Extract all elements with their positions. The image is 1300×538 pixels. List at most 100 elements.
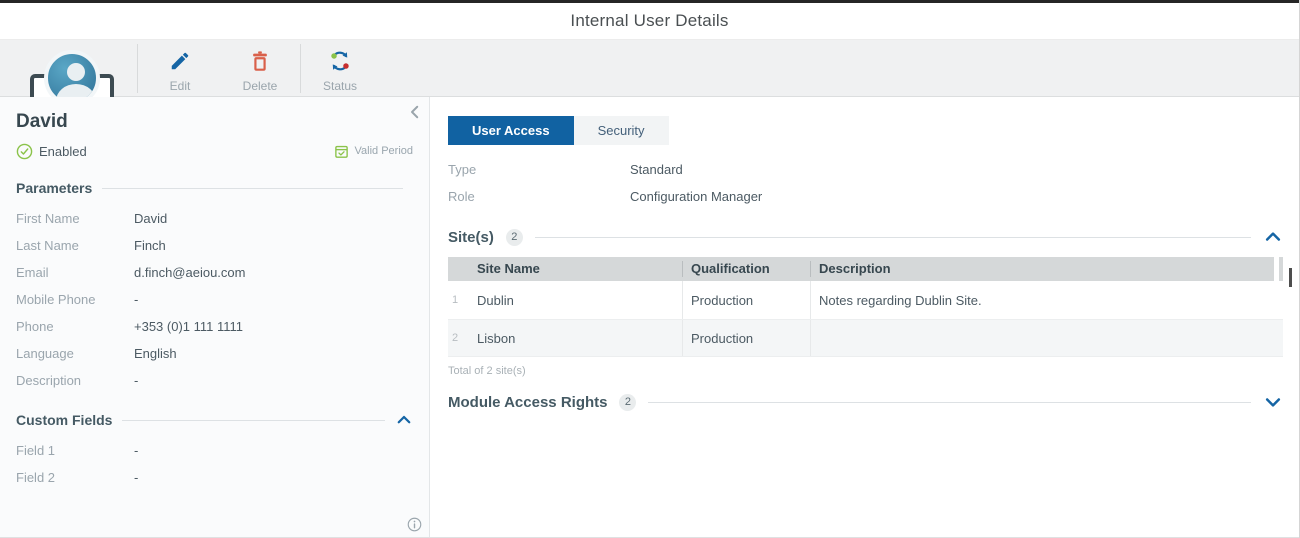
toolbar: Edit Delete Status	[0, 40, 1299, 128]
trash-icon	[249, 50, 271, 72]
row-number: 1	[452, 294, 459, 306]
calendar-check-icon	[334, 144, 349, 159]
cell-qualification: Production	[682, 320, 810, 356]
field-value: -	[134, 443, 139, 458]
parameters-list: First Name David Last Name Finch Email d…	[16, 205, 413, 394]
divider	[534, 236, 1251, 238]
field-label: Role	[448, 189, 475, 204]
status-row: Enabled Valid Period	[16, 141, 413, 161]
custom-fields-list: Field 1 - Field 2 -	[16, 437, 413, 491]
delete-button[interactable]: Delete	[227, 47, 293, 93]
module-access-heading: Module Access Rights	[448, 393, 608, 411]
tab-security[interactable]: Security	[573, 116, 669, 145]
sites-section-header: Site(s) 2	[448, 228, 1283, 246]
parameters-heading: Parameters	[16, 180, 93, 196]
table-scroll-gutter	[1274, 257, 1279, 281]
detail-row: Role Configuration Manager	[448, 183, 1283, 210]
pencil-icon	[169, 50, 191, 72]
field-label: Field 1	[16, 443, 56, 458]
cell-site-name: Lisbon	[477, 330, 516, 346]
tab-user-access[interactable]: User Access	[448, 116, 574, 145]
field-value: David	[134, 211, 168, 226]
field-label: Phone	[16, 319, 54, 334]
parameters-section-header: Parameters	[16, 179, 413, 197]
status-button-label: Status	[322, 79, 358, 93]
chevron-up-icon[interactable]	[1263, 227, 1283, 247]
divider	[102, 187, 403, 189]
custom-field-row: Field 1 -	[16, 437, 413, 464]
table-row[interactable]: 2 Lisbon Production	[448, 320, 1283, 357]
table-row[interactable]: 1 Dublin Production Notes regarding Dubl…	[448, 281, 1283, 320]
field-value: -	[134, 292, 139, 307]
field-label: Last Name	[16, 238, 79, 253]
toolbar-separator	[137, 44, 138, 93]
field-label: Language	[16, 346, 74, 361]
column-description: Description	[810, 261, 1283, 277]
access-details: Type Standard Role Configuration Manager	[448, 156, 1283, 210]
field-label: Field 2	[16, 470, 56, 485]
custom-field-row: Field 2 -	[16, 464, 413, 491]
collapse-panel-button[interactable]	[406, 103, 424, 121]
title-bar: Internal User Details	[0, 3, 1299, 40]
column-qualification: Qualification	[682, 261, 810, 277]
field-value: +353 (0)1 111 1111	[134, 319, 244, 334]
tab-bar: User Access Security	[448, 116, 1283, 145]
info-icon[interactable]	[407, 517, 422, 532]
row-number-column	[448, 261, 469, 277]
field-label: Type	[448, 162, 477, 177]
parameter-row: Language English	[16, 340, 413, 367]
custom-fields-section-header: Custom Fields	[16, 411, 413, 429]
cell-qualification: Production	[682, 281, 810, 319]
parameter-row: Description -	[16, 367, 413, 394]
cell-description: Notes regarding Dublin Site.	[810, 281, 1283, 319]
user-summary-panel: David Enabled Valid Period Parameters Fi…	[0, 97, 430, 538]
status-cycle-icon	[329, 50, 351, 72]
field-value: Standard	[630, 162, 683, 177]
field-value: Finch	[134, 238, 166, 253]
check-circle-icon	[16, 143, 33, 160]
field-label: First Name	[16, 211, 80, 226]
sites-table: Site Name Qualification Description 1 Du…	[448, 257, 1283, 357]
page-title: Internal User Details	[570, 11, 729, 30]
window-scrollbar-thumb[interactable]	[1289, 268, 1292, 287]
sites-total: Total of 2 site(s)	[448, 365, 526, 377]
parameter-row: Last Name Finch	[16, 232, 413, 259]
field-value: -	[134, 373, 139, 388]
field-value: English	[134, 346, 177, 361]
cell-description	[810, 320, 1283, 356]
sites-count-badge: 2	[505, 228, 523, 246]
user-access-panel: User Access Security Type Standard Role …	[431, 97, 1299, 538]
chevron-up-icon[interactable]	[395, 411, 413, 429]
parameter-row: First Name David	[16, 205, 413, 232]
sites-table-header: Site Name Qualification Description	[448, 257, 1283, 281]
chevron-down-icon[interactable]	[1263, 392, 1283, 412]
sites-heading: Site(s)	[448, 228, 494, 246]
row-number: 2	[452, 332, 459, 344]
module-access-count-badge: 2	[619, 393, 637, 411]
module-access-section-header: Module Access Rights 2	[448, 393, 1283, 411]
parameter-row: Mobile Phone -	[16, 286, 413, 313]
field-label: Mobile Phone	[16, 292, 96, 307]
field-value: d.finch@aeiou.com	[134, 265, 246, 280]
valid-period-label: Valid Period	[354, 145, 414, 157]
divider	[648, 401, 1251, 403]
internal-user-details-window: Internal User Details Edit Delete Status…	[0, 0, 1300, 538]
field-value: -	[134, 470, 139, 485]
field-label: Email	[16, 265, 49, 280]
detail-row: Type Standard	[448, 156, 1283, 183]
divider	[122, 419, 385, 421]
user-name: David	[16, 111, 68, 132]
field-label: Description	[16, 373, 82, 388]
cell-site-name: Dublin	[477, 292, 514, 308]
column-site-name: Site Name	[477, 261, 540, 276]
parameter-row: Phone +353 (0)1 111 1111	[16, 313, 413, 340]
custom-fields-heading: Custom Fields	[16, 412, 113, 428]
edit-button[interactable]: Edit	[147, 47, 213, 93]
valid-period[interactable]: Valid Period	[334, 144, 414, 159]
parameter-row: Email d.finch@aeiou.com	[16, 259, 413, 286]
toolbar-separator	[300, 44, 301, 93]
field-value: Configuration Manager	[630, 189, 763, 204]
delete-button-label: Delete	[242, 79, 278, 93]
edit-button-label: Edit	[169, 79, 191, 93]
status-button[interactable]: Status	[307, 47, 373, 93]
